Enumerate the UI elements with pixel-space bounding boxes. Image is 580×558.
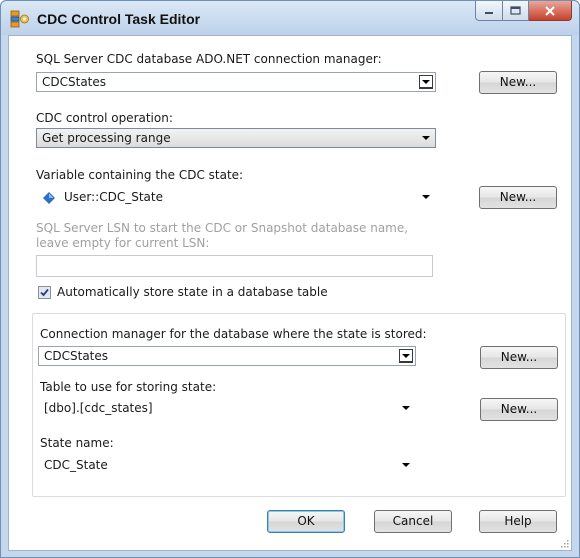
- state-variable-value: User::CDC_State: [64, 190, 163, 204]
- chevron-down-icon: [422, 136, 430, 140]
- auto-store-label: Automatically store state in a database …: [57, 285, 328, 299]
- state-variable-select[interactable]: User::CDC_State: [36, 187, 436, 207]
- dropdown-button[interactable]: [419, 190, 433, 204]
- connection-manager-combo[interactable]: CDCStates: [36, 72, 436, 92]
- cdc-operation-value: Get processing range: [42, 131, 171, 145]
- maximize-icon: [510, 6, 521, 15]
- help-button[interactable]: Help: [479, 510, 557, 533]
- connection-manager-label: SQL Server CDC database ADO.NET connecti…: [36, 52, 382, 66]
- state-table-value: [dbo].[cdc_states]: [44, 401, 153, 415]
- auto-store-checkbox[interactable]: [38, 286, 51, 299]
- state-table-new-button[interactable]: New...: [480, 398, 558, 421]
- close-button[interactable]: [529, 1, 572, 21]
- title-bar[interactable]: CDC Control Task Editor: [1, 1, 579, 35]
- cdc-task-icon: [10, 10, 29, 28]
- cdc-operation-label: CDC control operation:: [36, 111, 173, 125]
- cancel-button[interactable]: Cancel: [374, 510, 452, 533]
- state-variable-label: Variable containing the CDC state:: [36, 168, 244, 182]
- chevron-down-icon: [402, 353, 410, 358]
- dropdown-button[interactable]: [419, 75, 433, 89]
- variable-gem-icon: [43, 192, 55, 204]
- dropdown-button[interactable]: [399, 401, 413, 415]
- state-name-value: CDC_State: [44, 458, 108, 472]
- close-icon: [545, 5, 555, 16]
- chevron-down-icon: [402, 406, 410, 410]
- minimize-icon: [485, 11, 493, 14]
- state-storage-group: Connection manager for the database wher…: [32, 313, 566, 497]
- state-table-select[interactable]: [dbo].[cdc_states]: [38, 398, 416, 418]
- connection-manager-new-button[interactable]: New...: [479, 71, 557, 94]
- state-connection-combo[interactable]: CDCStates: [38, 346, 416, 366]
- maximize-button[interactable]: [503, 1, 529, 21]
- dropdown-button[interactable]: [399, 458, 413, 472]
- state-connection-new-button[interactable]: New...: [480, 346, 558, 369]
- connection-manager-value: CDCStates: [42, 75, 107, 89]
- dialog-body: SQL Server CDC database ADO.NET connecti…: [8, 35, 572, 551]
- state-connection-label: Connection manager for the database wher…: [40, 327, 427, 341]
- cdc-operation-select[interactable]: Get processing range: [36, 128, 436, 148]
- ok-button[interactable]: OK: [267, 510, 345, 533]
- minimize-button[interactable]: [475, 1, 503, 21]
- chevron-down-icon: [422, 195, 430, 199]
- chevron-down-icon: [402, 463, 410, 467]
- dropdown-button[interactable]: [399, 349, 413, 363]
- lsn-label: SQL Server LSN to start the CDC or Snaps…: [36, 221, 409, 250]
- resize-grip-icon[interactable]: [559, 538, 569, 548]
- window-title: CDC Control Task Editor: [37, 11, 201, 27]
- chevron-down-icon: [422, 79, 430, 84]
- dropdown-button[interactable]: [419, 131, 433, 145]
- state-name-label: State name:: [40, 436, 114, 450]
- state-name-select[interactable]: CDC_State: [38, 455, 416, 475]
- state-variable-new-button[interactable]: New...: [479, 186, 557, 209]
- state-connection-value: CDCStates: [44, 349, 109, 363]
- checkmark-icon: [40, 288, 49, 297]
- dialog-window: CDC Control Task Editor SQL Server CDC d…: [0, 0, 580, 558]
- lsn-input[interactable]: [36, 255, 433, 277]
- state-table-label: Table to use for storing state:: [40, 380, 217, 394]
